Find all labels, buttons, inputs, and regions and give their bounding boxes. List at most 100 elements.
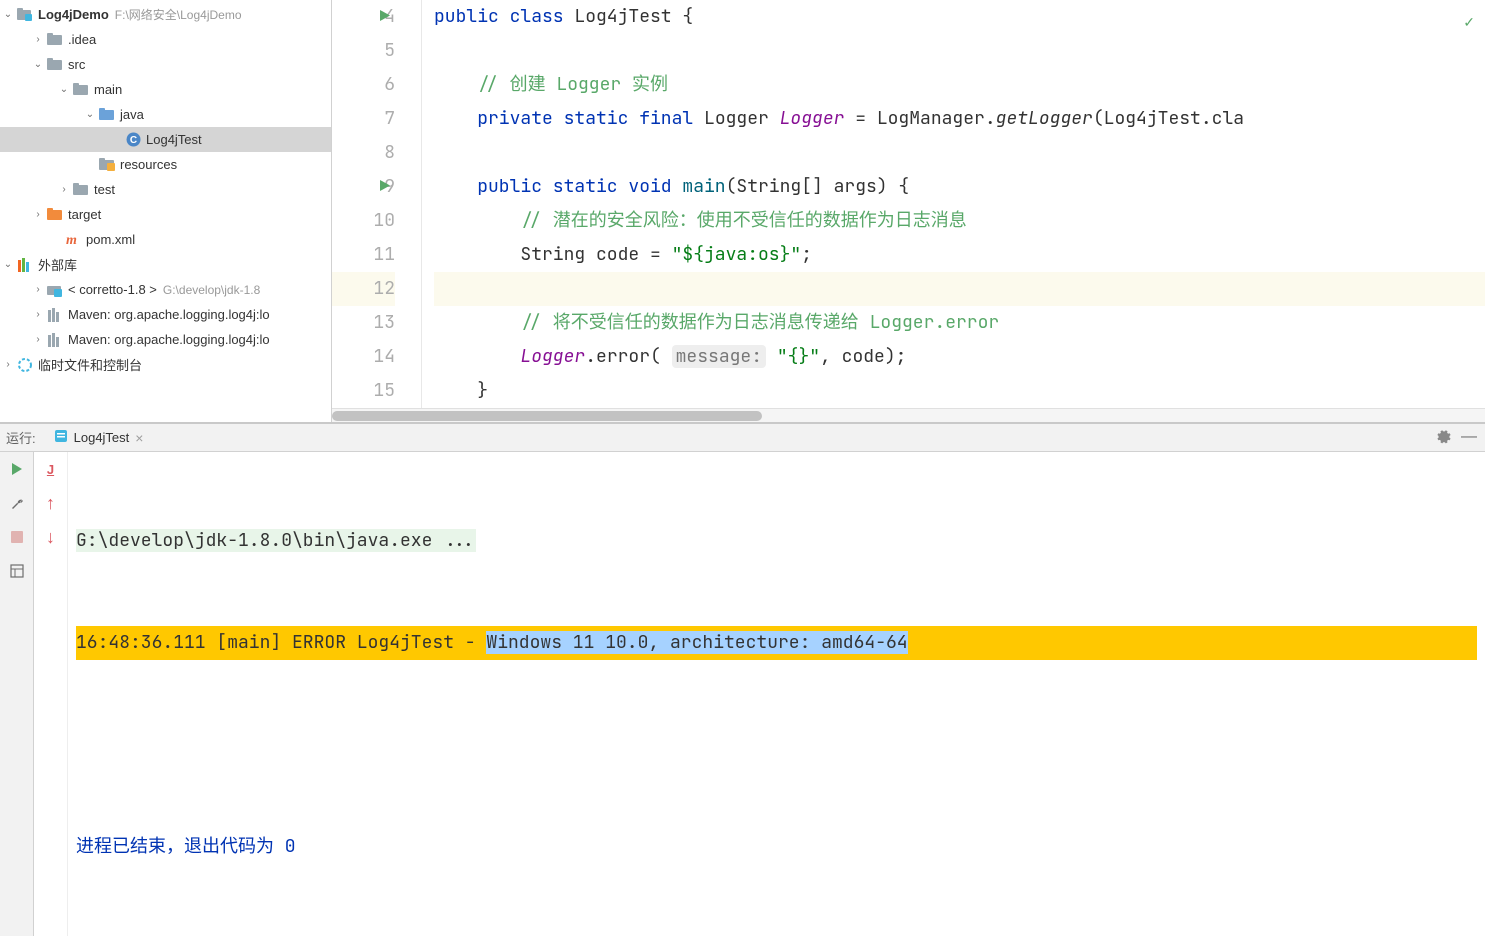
tree-item-label: java — [120, 107, 144, 122]
gutter-line[interactable]: 12 — [332, 272, 395, 306]
tree-arrow-icon[interactable]: › — [56, 184, 72, 195]
folder-gray-icon — [46, 32, 64, 48]
external-libs-label: 外部库 — [38, 255, 77, 274]
gear-icon[interactable] — [1435, 428, 1451, 447]
run-header: 运行: Log4jTest × — — [0, 424, 1485, 452]
tree-item-log4jtest[interactable]: C Log4jTest — [0, 127, 331, 152]
folder-res-icon — [98, 157, 116, 173]
tree-arrow-icon[interactable]: › — [30, 34, 46, 45]
external-lib-item[interactable]: › Maven: org.apache.logging.log4j:lo — [0, 327, 331, 352]
project-icon — [16, 7, 34, 23]
folder-gray-icon — [72, 82, 90, 98]
gutter-line[interactable]: 9 — [332, 170, 395, 204]
folder-orange-icon — [46, 207, 64, 223]
minimize-icon[interactable]: — — [1461, 428, 1477, 447]
tree-item-main[interactable]: ⌄ main — [0, 77, 331, 102]
inspection-ok-icon[interactable]: ✓ — [1463, 6, 1475, 40]
folder-blue-icon — [98, 107, 116, 123]
gutter-line[interactable]: 4 — [332, 0, 395, 34]
lib-icon — [46, 332, 64, 348]
project-path: F:\网络安全\Log4jDemo — [115, 6, 242, 23]
console-selection[interactable]: Windows 11 10.0, architecture: amd64-64 — [486, 631, 907, 654]
console-output[interactable]: G:\develop\jdk-1.8.0\bin\java.exe ... 16… — [68, 452, 1485, 936]
console-command: G:\develop\jdk-1.8.0\bin\java.exe ... — [76, 529, 476, 552]
lib-path: G:\develop\jdk-1.8 — [163, 283, 260, 297]
tree-item-label: Log4jTest — [146, 132, 202, 147]
chevron-right-icon[interactable]: › — [30, 284, 46, 295]
run-label: 运行: — [6, 428, 36, 447]
gutter-line[interactable]: 11 — [332, 238, 395, 272]
run-toolbar-secondary: J ↑ ↓ — [34, 452, 68, 936]
tree-item-target[interactable]: › target — [0, 202, 331, 227]
tree-item-src[interactable]: ⌄ src — [0, 52, 331, 77]
chevron-right-icon[interactable]: › — [30, 334, 46, 345]
gutter-line[interactable]: 6 — [332, 68, 395, 102]
external-lib-item[interactable]: › < corretto-1.8 > G:\develop\jdk-1.8 — [0, 277, 331, 302]
tree-item-label: main — [94, 82, 122, 97]
tree-item-pomxml[interactable]: mpom.xml — [0, 227, 331, 252]
wrench-icon[interactable] — [6, 492, 28, 514]
tree-item-label: src — [68, 57, 85, 72]
jdk-icon — [46, 282, 64, 298]
run-tab[interactable]: Log4jTest × — [48, 424, 150, 451]
chevron-right-icon[interactable]: › — [0, 359, 16, 370]
gutter-line[interactable]: 10 — [332, 204, 395, 238]
tree-item-label: test — [94, 182, 115, 197]
tree-arrow-icon[interactable]: ⌄ — [82, 109, 98, 120]
layout-icon[interactable] — [6, 560, 28, 582]
rerun-button[interactable] — [6, 458, 28, 480]
gutter-line[interactable]: 15 — [332, 374, 395, 408]
folder-gray-icon — [46, 57, 64, 73]
lib-label: < corretto-1.8 > — [68, 282, 157, 297]
run-gutter-icon[interactable] — [380, 0, 391, 34]
chevron-down-icon[interactable]: ⌄ — [0, 9, 16, 20]
lib-label: Maven: org.apache.logging.log4j:lo — [68, 307, 270, 322]
run-tool-window: 运行: Log4jTest × — — [0, 423, 1485, 936]
tree-item-label: target — [68, 207, 101, 222]
tree-item-resources[interactable]: resources — [0, 152, 331, 177]
chevron-right-icon[interactable]: › — [30, 309, 46, 320]
external-lib-item[interactable]: › Maven: org.apache.logging.log4j:lo — [0, 302, 331, 327]
close-icon[interactable]: × — [135, 430, 143, 446]
tree-item-idea[interactable]: › .idea — [0, 27, 331, 52]
libraries-icon — [16, 257, 34, 273]
tree-item-label: resources — [120, 157, 177, 172]
editor-gutter[interactable]: 456789101112131415 — [332, 0, 422, 408]
chevron-down-icon[interactable]: ⌄ — [0, 259, 16, 270]
folder-gray-icon — [72, 182, 90, 198]
scrollbar-thumb[interactable] — [332, 411, 762, 421]
stop-button[interactable] — [6, 526, 28, 548]
lib-label: Maven: org.apache.logging.log4j:lo — [68, 332, 270, 347]
code-content[interactable]: ✓ public class Log4jTest { // 创建 Logger … — [422, 0, 1485, 408]
scratch-icon — [16, 357, 34, 373]
horizontal-scrollbar[interactable] — [332, 408, 1485, 422]
down-arrow-icon[interactable]: ↓ — [40, 526, 62, 548]
gutter-line[interactable]: 14 — [332, 340, 395, 374]
class-icon: C — [124, 132, 142, 148]
gutter-line[interactable]: 5 — [332, 34, 395, 68]
tree-root[interactable]: ⌄ Log4jDemo F:\网络安全\Log4jDemo — [0, 2, 331, 27]
external-libs[interactable]: ⌄ 外部库 — [0, 252, 331, 277]
tree-item-label: .idea — [68, 32, 96, 47]
run-gutter-icon[interactable] — [380, 170, 391, 204]
project-tree[interactable]: ⌄ Log4jDemo F:\网络安全\Log4jDemo › .idea ⌄ src… — [0, 0, 332, 422]
gutter-line[interactable]: 8 — [332, 136, 395, 170]
tree-item-label: pom.xml — [86, 232, 135, 247]
scratches-label: 临时文件和控制台 — [38, 355, 142, 374]
lib-icon — [46, 307, 64, 323]
scratches[interactable]: › 临时文件和控制台 — [0, 352, 331, 377]
project-name: Log4jDemo — [38, 7, 109, 22]
console-exit: 进程已结束，退出代码为 0 — [76, 830, 1477, 864]
code-editor[interactable]: 456789101112131415 ✓ public class Log4jT… — [332, 0, 1485, 422]
tree-arrow-icon[interactable]: › — [30, 209, 46, 220]
tree-item-java[interactable]: ⌄ java — [0, 102, 331, 127]
console-error-line: 16:48:36.111 [main] ERROR Log4jTest - Wi… — [76, 626, 1477, 660]
tree-arrow-icon[interactable]: ⌄ — [30, 59, 46, 70]
gutter-line[interactable]: 7 — [332, 102, 395, 136]
run-tab-name: Log4jTest — [74, 430, 130, 445]
gutter-line[interactable]: 13 — [332, 306, 395, 340]
scroll-to-end-icon[interactable]: J — [40, 458, 62, 480]
tree-item-test[interactable]: › test — [0, 177, 331, 202]
up-arrow-icon[interactable]: ↑ — [40, 492, 62, 514]
tree-arrow-icon[interactable]: ⌄ — [56, 84, 72, 95]
